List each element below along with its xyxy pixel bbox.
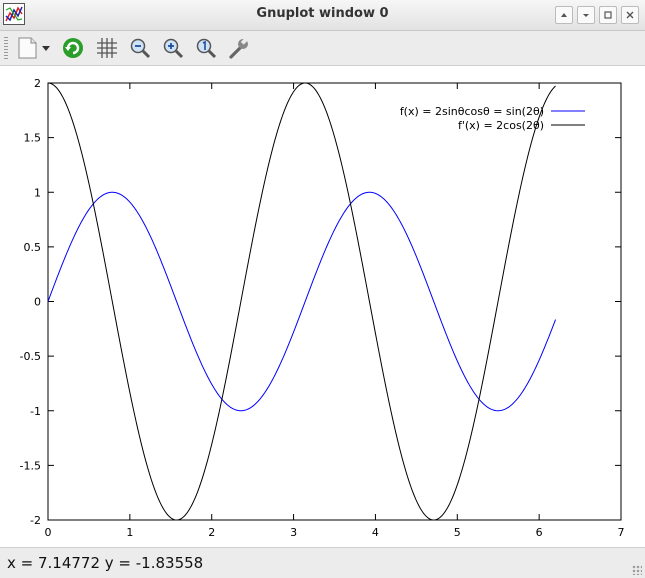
y-tick-label: 0.5 <box>24 241 42 254</box>
y-tick-label: 1.5 <box>24 132 42 145</box>
y-tick-labels: 2 1.5 1 0.5 0 -0.5 -1 -1.5 -2 <box>20 77 41 527</box>
status-bar: x = 7.14772 y = -1.83558 <box>0 547 645 578</box>
zoom-next-icon[interactable] <box>160 35 186 61</box>
x-tick-label: 7 <box>618 526 625 539</box>
plot-border <box>47 82 622 521</box>
x-tick-label: 6 <box>536 526 543 539</box>
minimize-icon[interactable] <box>577 6 595 24</box>
plot-chart[interactable]: 0 1 2 3 4 5 6 7 2 1.5 1 0.5 0 -0.5 -1 -1.5 -2 f(x) = 2s… <box>0 66 645 547</box>
replot-icon[interactable] <box>60 35 86 61</box>
options-icon[interactable] <box>226 35 252 61</box>
title-bar: Gnuplot window 0 <box>0 0 645 31</box>
y-tick-label: 0 <box>34 296 41 309</box>
y-tick-label: -1.5 <box>20 459 41 472</box>
toolbar <box>0 31 645 66</box>
window-title: Gnuplot window 0 <box>256 6 389 21</box>
tick-marks <box>47 82 622 521</box>
y-tick-label: 1 <box>34 186 41 199</box>
y-tick-label: 2 <box>34 77 41 90</box>
zoom-previous-icon[interactable] <box>127 35 153 61</box>
export-icon[interactable] <box>14 35 54 61</box>
y-tick-label: -1 <box>30 405 41 418</box>
close-icon[interactable] <box>621 6 639 24</box>
legend-label-series-2: f'(x) = 2cos(2θ) <box>458 119 544 132</box>
grid-icon[interactable] <box>94 35 120 61</box>
window-controls <box>555 6 639 24</box>
up-icon[interactable] <box>555 6 573 24</box>
x-tick-label: 4 <box>372 526 379 539</box>
x-tick-label: 2 <box>208 526 215 539</box>
resize-grip[interactable] <box>632 565 642 575</box>
series-line-2 <box>47 82 556 521</box>
y-tick-label: -0.5 <box>20 350 41 363</box>
x-tick-label: 5 <box>454 526 461 539</box>
legend: f(x) = 2sinθcosθ = sin(2θ) f'(x) = 2cos(… <box>400 105 585 132</box>
x-tick-label: 3 <box>290 526 297 539</box>
series-lines <box>47 82 556 521</box>
y-tick-label: -2 <box>30 514 41 527</box>
x-tick-label: 0 <box>45 526 52 539</box>
plot-area[interactable]: 0 1 2 3 4 5 6 7 2 1.5 1 0.5 0 -0.5 -1 -1.5 -2 f(x) = 2s… <box>0 66 645 547</box>
cursor-coordinates: x = 7.14772 y = -1.83558 <box>7 554 204 572</box>
autoscale-icon[interactable] <box>193 35 219 61</box>
maximize-icon[interactable] <box>599 6 617 24</box>
toolbar-grip[interactable] <box>4 37 8 59</box>
x-tick-label: 1 <box>126 526 133 539</box>
legend-label-series-1: f(x) = 2sinθcosθ = sin(2θ) <box>400 105 544 118</box>
x-tick-labels: 0 1 2 3 4 5 6 7 <box>45 526 625 539</box>
series-line-1 <box>47 191 556 412</box>
